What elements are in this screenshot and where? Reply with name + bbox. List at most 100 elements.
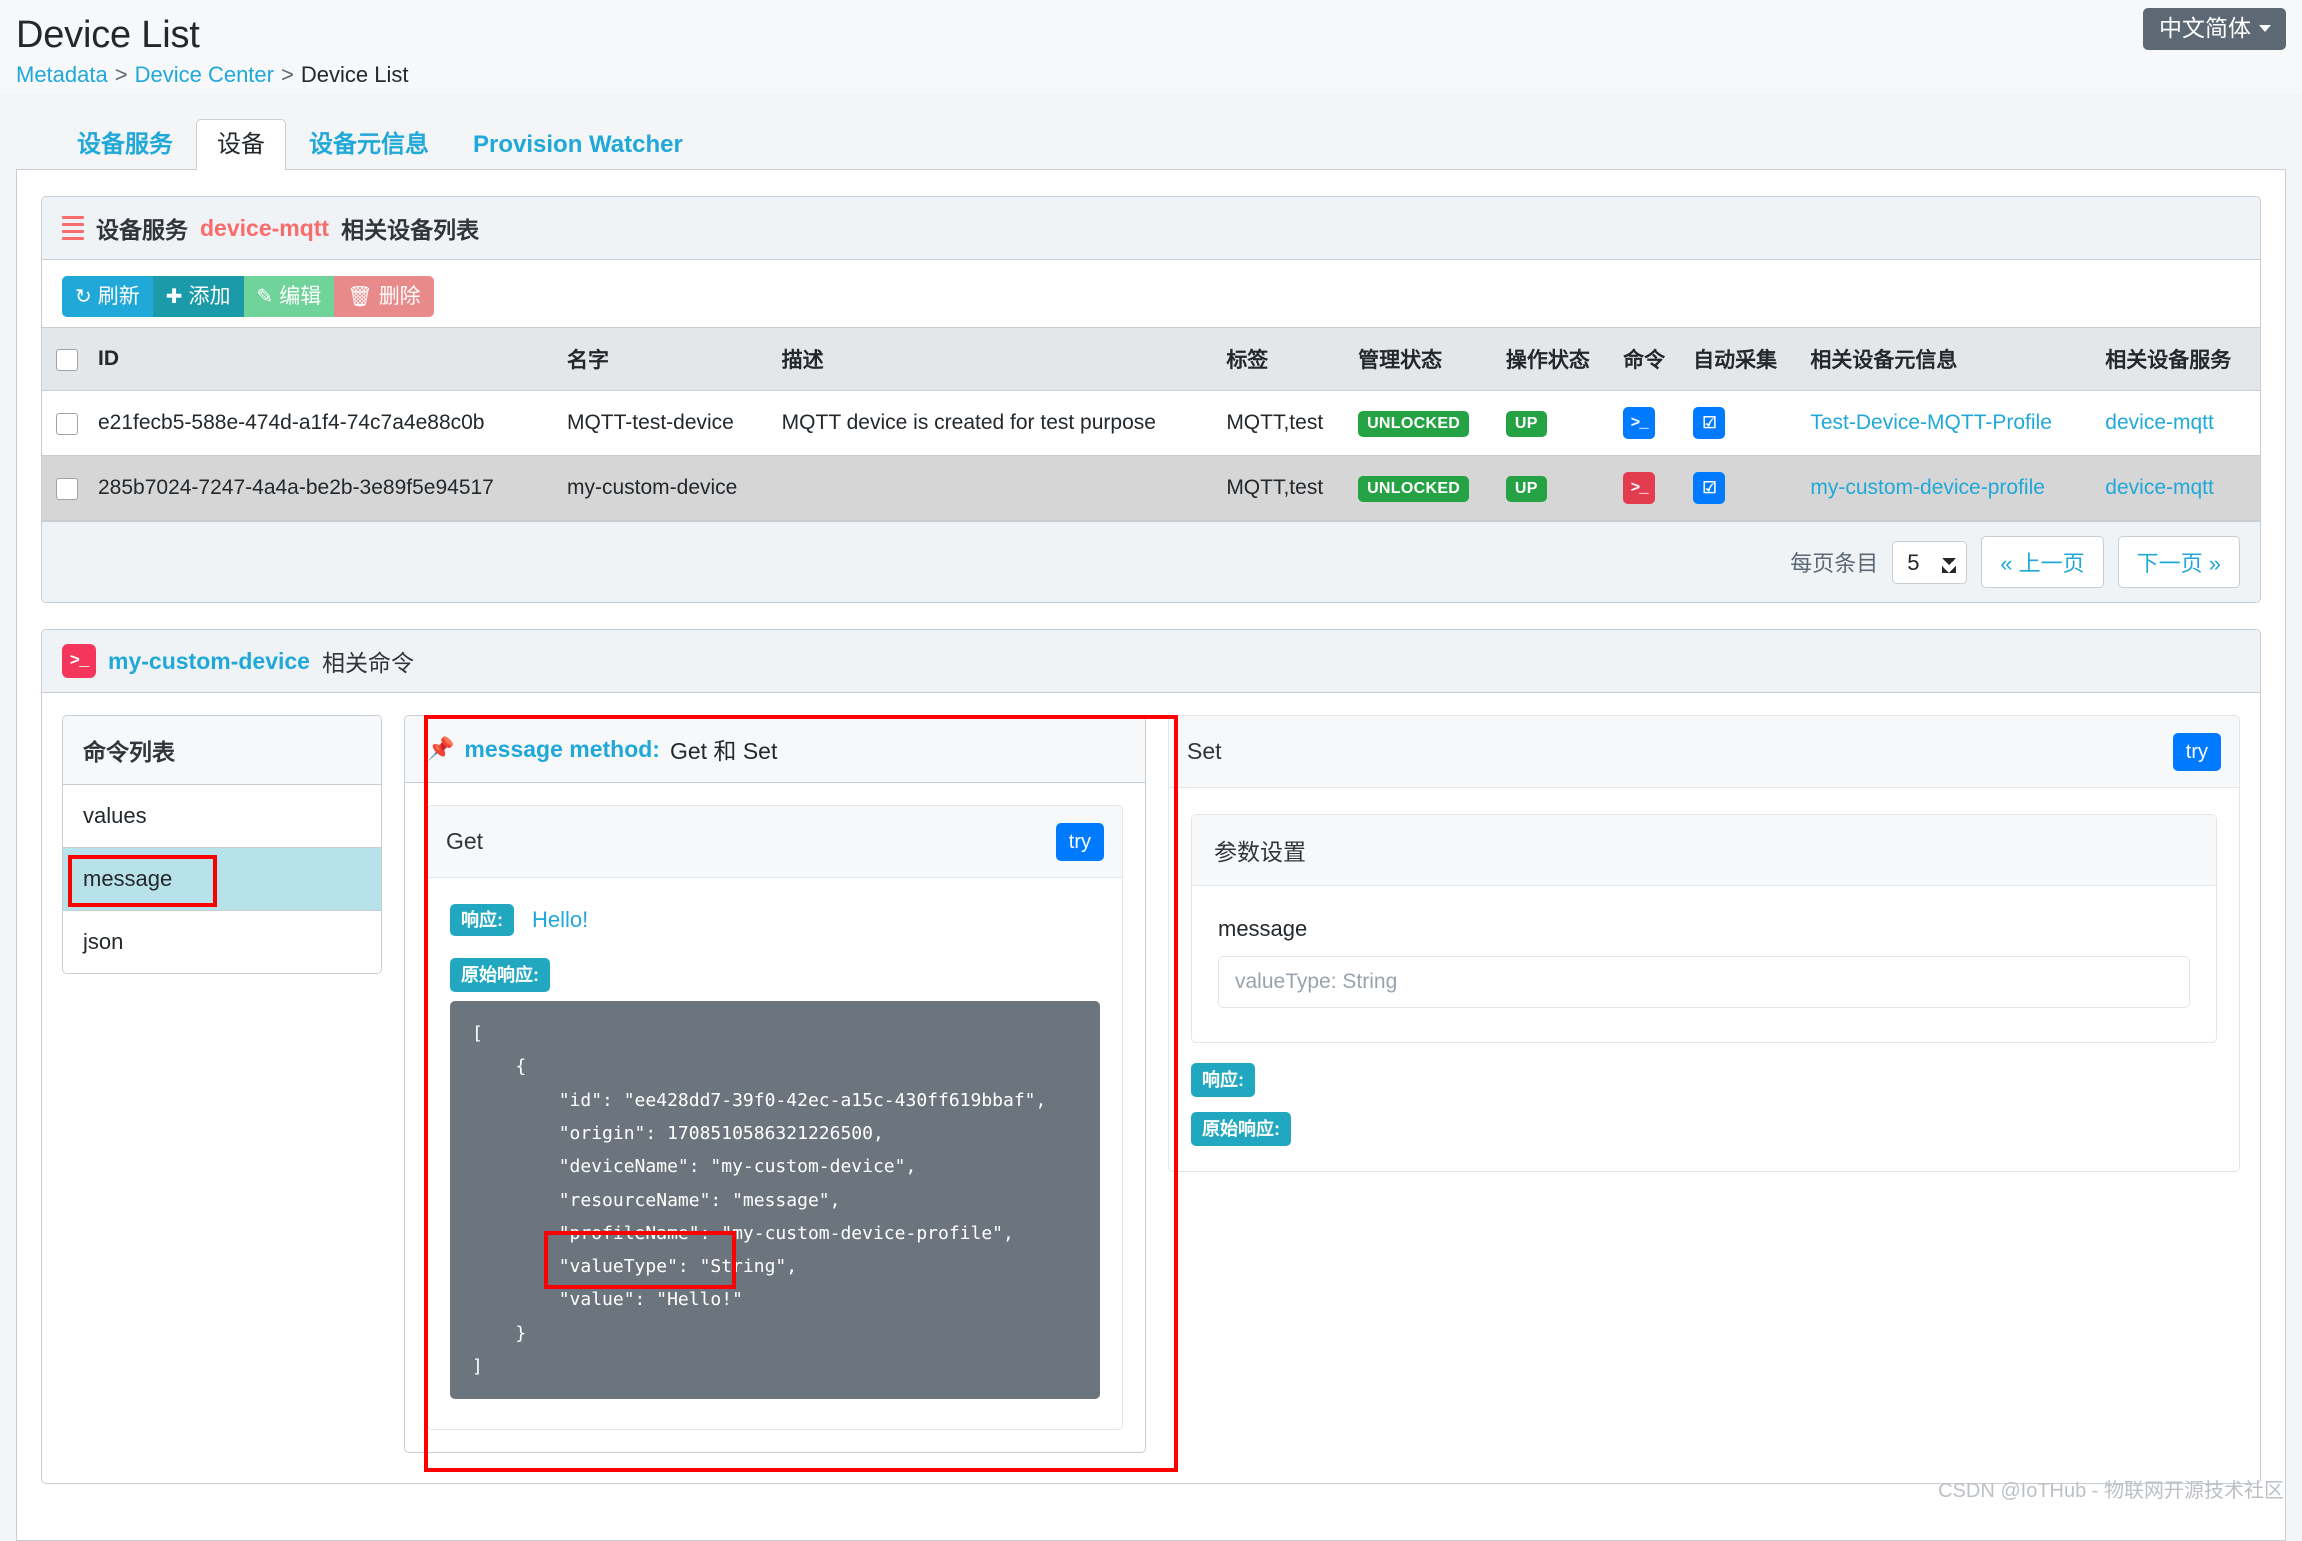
watermark: CSDN @IoTHub - 物联网开源技术社区 xyxy=(1938,1480,2284,1502)
refresh-icon: ↻ xyxy=(75,285,92,308)
breadcrumb-item-device-list: Device List xyxy=(300,61,409,87)
column-command: 命令 xyxy=(1613,327,1684,392)
device-list-title-prefix: 设备服务 xyxy=(96,217,188,243)
device-list-toolbar: ↻ 刷新 ✚ 添加 ✎ 编辑 🗑 删除 xyxy=(42,260,2260,327)
select-all-checkbox[interactable] xyxy=(56,348,78,371)
command-item-values[interactable]: values xyxy=(63,785,381,849)
set-response-section: 响应: xyxy=(1191,1063,2217,1098)
column-id: ID xyxy=(88,327,557,392)
edit-button-label: 编辑 xyxy=(279,285,322,308)
refresh-button-label: 刷新 xyxy=(97,285,140,308)
list-icon xyxy=(62,216,84,240)
response-tag: 响应: xyxy=(450,904,514,937)
terminal-icon[interactable]: >_ xyxy=(1623,407,1656,440)
column-description: 描述 xyxy=(771,327,1217,392)
command-card-device-name[interactable]: my-custom-device xyxy=(108,648,310,675)
refresh-button[interactable]: ↻ 刷新 xyxy=(62,276,153,318)
command-card-header: >_ my-custom-device 相关命令 xyxy=(42,630,2260,694)
status-badge: UP xyxy=(1505,410,1547,437)
method-card-header: 📌 message method: Get 和 Set xyxy=(405,716,1145,784)
service-link[interactable]: device-mqtt xyxy=(2105,476,2214,499)
response-value: Hello! xyxy=(532,907,589,933)
cell-command: >_ xyxy=(1613,390,1684,457)
set-panel: Set try 参数设置 message valueType: String 响… xyxy=(1168,715,2240,1173)
terminal-icon: >_ xyxy=(62,644,96,679)
page-size-label: 每页条目 xyxy=(1790,551,1879,577)
command-card: >_ my-custom-device 相关命令 命令列表 values mes… xyxy=(41,629,2261,1485)
set-raw-response-section: 原始响应: xyxy=(1191,1112,2217,1147)
get-try-button[interactable]: try xyxy=(1055,822,1104,861)
add-button[interactable]: ✚ 添加 xyxy=(152,276,244,318)
tab-device-service[interactable]: 设备服务 xyxy=(56,119,194,170)
pagination-bar: 每页条目 5 10 20 50 « 上一页 下一页 » xyxy=(42,521,2260,603)
device-table-header-row: ID 名字 描述 标签 管理状态 操作状态 命令 自动采集 相关设备元信息 相关… xyxy=(42,327,2260,392)
add-button-label: 添加 xyxy=(188,285,231,308)
cell-admin-state: UNLOCKED xyxy=(1348,455,1496,522)
cell-description xyxy=(771,455,1217,522)
trash-icon: 🗑 xyxy=(347,285,373,308)
breadcrumb-separator: > xyxy=(280,61,294,87)
page-size-select[interactable]: 5 10 20 50 xyxy=(1892,540,1968,584)
set-try-button[interactable]: try xyxy=(2172,732,2221,771)
cell-autoevent: ☑ xyxy=(1683,455,1801,522)
status-badge: UNLOCKED xyxy=(1358,475,1470,502)
get-panel-title: Get xyxy=(446,828,484,855)
raw-response-tag: 原始响应: xyxy=(1191,1112,1291,1147)
device-list-card: 设备服务 device-mqtt 相关设备列表 ↻ 刷新 ✚ 添加 ✎ 编辑 🗑… xyxy=(41,196,2261,604)
column-service: 相关设备服务 xyxy=(2095,327,2260,392)
column-autoevent: 自动采集 xyxy=(1683,327,1801,392)
column-name: 名字 xyxy=(556,327,772,392)
page-title: Device List xyxy=(16,14,200,56)
cell-operating-state: UP xyxy=(1495,455,1614,522)
cell-profile: my-custom-device-profile xyxy=(1800,455,2096,522)
tab-device-profile[interactable]: 设备元信息 xyxy=(288,119,450,170)
delete-button[interactable]: 🗑 删除 xyxy=(334,276,434,318)
previous-page-button[interactable]: « 上一页 xyxy=(1981,536,2104,589)
device-list-service-name: device-mqtt xyxy=(200,214,330,241)
get-raw-response-section: 原始响应: [ { "id": "ee428dd7-39f0-42ec-a15c… xyxy=(450,958,1100,1400)
get-response-row: 响应: Hello! xyxy=(450,904,1100,937)
service-link[interactable]: device-mqtt xyxy=(2105,411,2214,434)
tab-device[interactable]: 设备 xyxy=(196,119,286,170)
command-item-message[interactable]: message xyxy=(63,848,381,912)
profile-link[interactable]: my-custom-device-profile xyxy=(1810,476,2045,499)
table-row[interactable]: 285b7024-7247-4a4a-be2b-3e89f5e94517 my-… xyxy=(42,455,2260,522)
cell-command: >_ xyxy=(1613,455,1684,522)
delete-button-label: 删除 xyxy=(378,285,421,308)
row-checkbox[interactable] xyxy=(56,412,78,435)
tab-provision-watcher[interactable]: Provision Watcher xyxy=(452,119,704,170)
cell-autoevent: ☑ xyxy=(1683,390,1801,457)
profile-link[interactable]: Test-Device-MQTT-Profile xyxy=(1810,411,2052,434)
cell-admin-state: UNLOCKED xyxy=(1348,390,1496,457)
next-page-button[interactable]: 下一页 » xyxy=(2117,536,2240,589)
breadcrumb-separator: > xyxy=(114,61,128,87)
breadcrumb-item-device-center[interactable]: Device Center xyxy=(135,62,274,88)
method-value: Get 和 Set xyxy=(669,738,778,765)
table-row[interactable]: e21fecb5-588e-474d-a1f4-74c7a4e88c0b MQT… xyxy=(42,390,2260,457)
set-panel-wrapper: Set try 参数设置 message valueType: String 响… xyxy=(1168,715,2240,1453)
terminal-icon[interactable]: >_ xyxy=(1623,472,1656,505)
command-detail: 📌 message method: Get 和 Set Get try 响应: … xyxy=(382,715,2240,1454)
device-list-title-suffix: 相关设备列表 xyxy=(341,217,480,243)
edit-button[interactable]: ✎ 编辑 xyxy=(243,276,335,318)
get-panel-header: Get try xyxy=(428,806,1122,879)
tab-bar: 设备服务 设备 设备元信息 Provision Watcher xyxy=(16,114,2286,170)
tab-panel-device: 设备服务 device-mqtt 相关设备列表 ↻ 刷新 ✚ 添加 ✎ 编辑 🗑… xyxy=(16,170,2286,1541)
column-admin-state: 管理状态 xyxy=(1348,327,1496,392)
cell-labels: MQTT,test xyxy=(1216,455,1349,522)
row-select-cell xyxy=(42,390,88,457)
clipboard-check-icon[interactable]: ☑ xyxy=(1693,472,1726,505)
cell-name: my-custom-device xyxy=(556,455,772,522)
language-selector-button[interactable]: 中文简体 xyxy=(2143,8,2286,50)
breadcrumb-item-metadata[interactable]: Metadata xyxy=(16,62,108,88)
row-checkbox[interactable] xyxy=(56,477,78,500)
device-table-body: e21fecb5-588e-474d-a1f4-74c7a4e88c0b MQT… xyxy=(42,390,2260,522)
command-item-json[interactable]: json xyxy=(63,911,381,974)
message-input[interactable] xyxy=(1218,956,2190,1009)
set-panel-body: 参数设置 message 响应: 原始响应: xyxy=(1169,788,2239,1171)
column-operating-state: 操作状态 xyxy=(1495,327,1614,392)
clipboard-check-icon[interactable]: ☑ xyxy=(1693,407,1726,440)
command-card-body: 命令列表 values message json 📌 message metho… xyxy=(42,693,2260,1483)
language-selector-label: 中文简体 xyxy=(2159,15,2251,41)
cell-name: MQTT-test-device xyxy=(556,390,772,457)
